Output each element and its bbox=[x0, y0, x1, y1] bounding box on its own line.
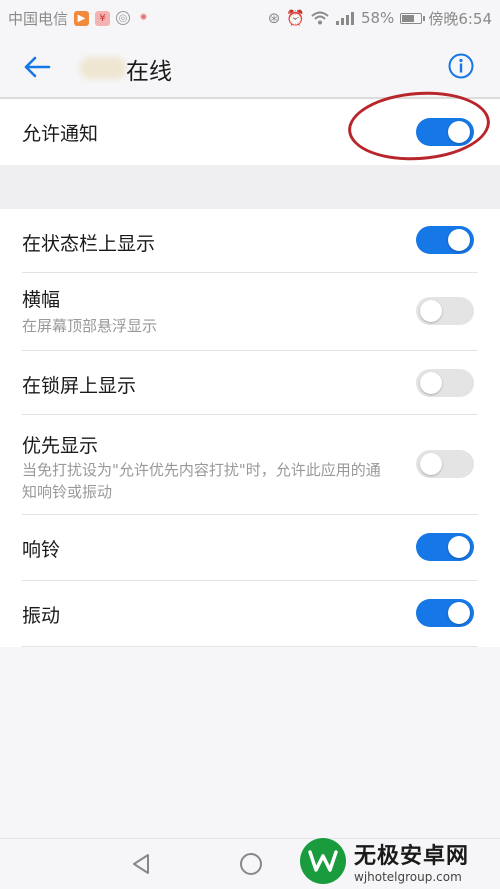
nav-home-icon[interactable] bbox=[240, 853, 262, 875]
toggle-knob bbox=[448, 602, 470, 624]
alarm-icon: ⏰ bbox=[286, 9, 305, 27]
row-divider bbox=[22, 646, 478, 647]
rotation-lock-icon: ⊛ bbox=[267, 9, 281, 27]
lock-screen-toggle[interactable] bbox=[416, 369, 474, 397]
toggle-knob bbox=[420, 372, 442, 394]
battery-icon bbox=[400, 12, 426, 24]
carrier-name: 中国电信 bbox=[8, 9, 69, 28]
wifi-icon bbox=[311, 11, 329, 25]
status-bar: 中国电信 ▶ ¥ ◎ ✺ ⊛ ⏰ 58% 傍晚6:54 bbox=[0, 0, 500, 36]
setting-label: 在状态栏上显示 bbox=[22, 233, 156, 255]
play-icon: ▶ bbox=[74, 10, 90, 26]
status-bar-right: ⊛ ⏰ 58% 傍晚6:54 bbox=[268, 8, 492, 29]
app-icon: ◎ bbox=[116, 11, 131, 25]
setting-label: 横幅 bbox=[22, 289, 61, 311]
setting-description: 当免打扰设为"允许优先内容打扰"时，允许此应用的通知响铃或振动 bbox=[22, 461, 381, 501]
setting-description: 在屏幕顶部悬浮显示 bbox=[22, 317, 158, 335]
toggle-knob bbox=[420, 453, 442, 475]
toggle-knob bbox=[448, 536, 470, 558]
list-item[interactable]: 响铃 bbox=[0, 515, 500, 581]
watermark: 无极安卓网 wjhotelgroup.com bbox=[300, 835, 492, 887]
arrow-left-icon bbox=[24, 56, 51, 78]
vibrate-toggle[interactable] bbox=[416, 599, 474, 627]
section-gap bbox=[0, 165, 500, 209]
list-item[interactable]: 横幅 在屏幕顶部悬浮显示 bbox=[0, 273, 500, 351]
setting-label: 优先显示 bbox=[22, 435, 99, 457]
status-bar-toggle[interactable] bbox=[416, 226, 474, 254]
toggle-knob bbox=[420, 300, 442, 322]
yen-icon: ¥ bbox=[95, 10, 111, 26]
info-icon[interactable] bbox=[448, 53, 474, 79]
watermark-text: 无极安卓网 wjhotelgroup.com bbox=[354, 838, 469, 884]
page-title: 在线 bbox=[126, 59, 172, 85]
ring-toggle[interactable] bbox=[416, 533, 474, 561]
settings-list: 在状态栏上显示 横幅 在屏幕顶部悬浮显示 在锁屏上显示 优先显示 当免打扰设为"… bbox=[0, 209, 500, 647]
weibo-icon: ✺ bbox=[139, 13, 148, 23]
priority-toggle[interactable] bbox=[416, 450, 474, 478]
back-button[interactable] bbox=[20, 50, 54, 84]
watermark-title: 无极安卓网 bbox=[354, 844, 470, 869]
setting-label: 振动 bbox=[22, 605, 61, 627]
allow-notifications-label: 允许通知 bbox=[22, 123, 99, 145]
clock: 傍晚6:54 bbox=[428, 9, 492, 28]
toggle-knob bbox=[448, 229, 470, 251]
status-bar-left: 中国电信 ▶ ¥ ◎ ✺ bbox=[8, 8, 151, 29]
setting-label: 响铃 bbox=[22, 539, 61, 561]
app-header: 在线 bbox=[0, 36, 500, 98]
blurred-app-name bbox=[80, 57, 126, 79]
nav-back-icon[interactable] bbox=[130, 853, 152, 875]
w-logo-icon bbox=[308, 850, 338, 872]
banner-toggle[interactable] bbox=[416, 297, 474, 325]
list-item[interactable]: 振动 bbox=[0, 581, 500, 647]
watermark-logo-icon bbox=[300, 838, 346, 884]
battery-percent: 58% bbox=[360, 9, 395, 27]
signal-icon bbox=[335, 12, 354, 25]
list-item[interactable]: 在锁屏上显示 bbox=[0, 351, 500, 415]
setting-label: 在锁屏上显示 bbox=[22, 375, 137, 397]
list-item[interactable]: 在状态栏上显示 bbox=[0, 209, 500, 273]
list-item[interactable]: 优先显示 当免打扰设为"允许优先内容打扰"时，允许此应用的通知响铃或振动 bbox=[0, 415, 500, 515]
watermark-url: wjhotelgroup.com bbox=[354, 870, 462, 884]
